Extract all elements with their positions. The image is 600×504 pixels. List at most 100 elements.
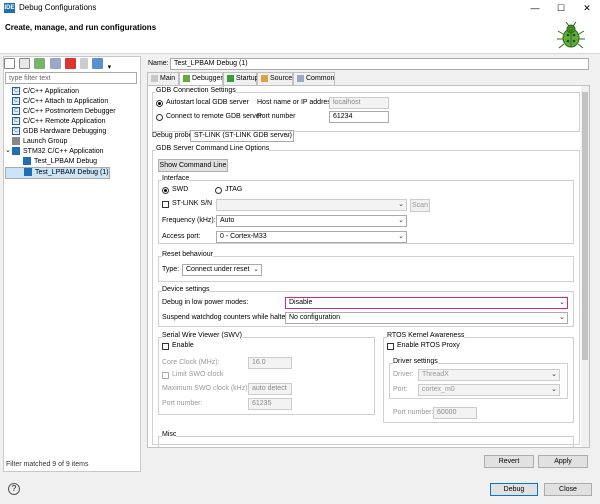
tab-debugger[interactable]: Debugger [179, 72, 223, 86]
help-icon[interactable]: ? [8, 483, 20, 495]
title-bar: IDE Debug Configurations — ☐ ✕ [0, 0, 600, 16]
filter-icon[interactable] [92, 58, 104, 69]
delete-icon[interactable] [64, 58, 76, 69]
tree-item[interactable]: ⌄ STM32 C/C++ Application [5, 147, 139, 157]
c-app-icon: C [12, 127, 20, 136]
chevron-down-icon: ⌄ [559, 314, 565, 321]
driver-select[interactable]: ThreadX ⌄ [418, 369, 560, 381]
tree-item[interactable]: C C/C++ Application [5, 87, 139, 97]
tree-item-label: C/C++ Application [23, 88, 80, 95]
swd-label: SWD [172, 186, 189, 193]
stlink-sn-select[interactable]: ⌄ [216, 199, 407, 211]
view-menu-chevron-icon[interactable]: ▾ [108, 64, 112, 71]
tree-item-label: Test_LPBAM Debug [34, 158, 98, 165]
rtos-port-select[interactable]: cortex_m0 ⌄ [418, 384, 560, 396]
rtos-portnum-input[interactable]: 60000 [433, 407, 477, 419]
stlink-sn-checkbox[interactable] [162, 201, 169, 208]
frequency-select[interactable]: Auto ⌄ [216, 215, 407, 227]
port-label: Port number [257, 113, 296, 120]
c-app-icon: C [12, 107, 20, 116]
swv-enable-checkbox[interactable] [162, 343, 169, 350]
duplicate-icon[interactable] [49, 58, 61, 69]
new-prototype-icon[interactable] [19, 58, 31, 69]
chevron-down-icon: ⌄ [285, 132, 291, 139]
port-input[interactable]: 61234 [329, 111, 389, 123]
dialog-heading: Create, manage, and run configurations [5, 23, 157, 32]
tree-item[interactable]: Launch Group [5, 137, 139, 147]
driver-label: Driver: [393, 371, 414, 378]
tab-common[interactable]: Common [293, 72, 335, 85]
tree-item[interactable]: Test_LPBAM Debug [5, 157, 139, 167]
watchdog-select[interactable]: No configuration ⌄ [285, 312, 568, 324]
watchdog-label: Suspend watchdog counters while halted: [162, 314, 292, 321]
tree-item[interactable]: C C/C++ Attach to Application [5, 97, 139, 107]
tree-item-label: C/C++ Postmortem Debugger [23, 108, 116, 115]
stlink-sn-label: ST-LINK S/N [172, 200, 213, 207]
tab-source[interactable]: Source [257, 72, 293, 85]
common-tab-icon [297, 74, 304, 82]
chevron-down-icon: ⌄ [551, 386, 557, 393]
low-power-select[interactable]: Disable ⌄ [285, 297, 568, 309]
debugger-tab-icon [183, 74, 190, 82]
jtag-radio[interactable] [215, 187, 222, 194]
core-clock-label: Core Clock (MHz): [162, 359, 220, 366]
tree-item[interactable]: Test_LPBAM Debug (1) [5, 167, 110, 179]
limit-swo-label: Limit SWO clock [172, 371, 224, 378]
access-port-label: Access port: [162, 233, 201, 240]
c-app-icon: C [12, 117, 20, 126]
rtos-port-label: Port: [393, 386, 408, 393]
limit-swo-checkbox[interactable] [162, 372, 169, 379]
dialog-header: Create, manage, and run configurations [0, 16, 600, 54]
apply-button[interactable]: Apply [538, 455, 588, 468]
rtos-enable-checkbox[interactable] [387, 343, 394, 350]
chevron-down-icon: ⌄ [398, 217, 404, 224]
new-config-icon[interactable] [4, 58, 15, 69]
launch-group-icon [12, 137, 20, 146]
tab-main[interactable]: Main [147, 72, 179, 85]
close-button[interactable]: Close [544, 483, 592, 496]
rtos-portnum-label: Port number: [393, 409, 434, 416]
minimize-button[interactable]: — [522, 0, 548, 16]
main-tab-icon [151, 74, 158, 82]
max-swo-label: Maximum SWO clock (kHz): [162, 385, 250, 392]
maximize-button[interactable]: ☐ [548, 0, 574, 16]
debug-probe-select[interactable]: ST-LINK (ST-LINK GDB server) ⌄ [190, 130, 294, 142]
max-swo-input[interactable]: auto detect [248, 383, 292, 395]
reset-title: Reset behaviour [162, 251, 213, 258]
scan-button[interactable]: Scan [410, 199, 430, 212]
left-toolbar: ▾ [4, 58, 112, 71]
collapse-all-icon[interactable] [80, 58, 89, 69]
interface-title: Interface [162, 175, 190, 182]
core-clock-input[interactable]: 16.0 [248, 357, 292, 369]
frequency-label: Frequency (kHz): [162, 217, 216, 224]
config-tree: C C/C++ Application C C/C++ Attach to Appli… [5, 87, 139, 179]
config-name-input[interactable]: Test_LPBAM Debug (1) [170, 58, 589, 70]
c-app-icon: C [12, 87, 20, 96]
chevron-down-icon[interactable]: ⌄ [5, 146, 11, 156]
debug-button[interactable]: Debug [490, 483, 538, 496]
swd-radio[interactable] [162, 187, 169, 194]
close-window-button[interactable]: ✕ [574, 0, 600, 16]
tree-item[interactable]: C GDB Hardware Debugging [5, 127, 139, 137]
tree-item[interactable]: C C/C++ Postmortem Debugger [5, 107, 139, 117]
debug-probe-label: Debug probe [152, 132, 193, 139]
reset-type-select[interactable]: Connect under reset ⌄ [182, 264, 262, 276]
swv-enable-label: Enable [172, 342, 194, 349]
revert-button[interactable]: Revert [484, 455, 534, 468]
host-input[interactable]: localhost [329, 97, 389, 109]
access-port-select[interactable]: 0 - Cortex-M33 ⌄ [216, 231, 407, 243]
tab-startup[interactable]: Startup [223, 72, 259, 85]
connect-remote-radio[interactable] [156, 114, 163, 121]
startup-tab-icon [227, 74, 234, 82]
filter-status: Filter matched 9 of 9 items [6, 461, 89, 468]
tree-item-label: Launch Group [23, 138, 68, 145]
name-label: Name: [148, 60, 169, 67]
scrollbar-thumb[interactable] [582, 92, 588, 360]
tree-item[interactable]: C C/C++ Remote Application [5, 117, 139, 127]
export-icon[interactable] [34, 58, 46, 69]
filter-input[interactable]: type filter text [5, 72, 137, 84]
swv-port-input[interactable]: 61235 [248, 398, 292, 410]
driver-settings-title: Driver settings [393, 358, 438, 365]
autostart-radio[interactable] [156, 100, 163, 107]
show-command-line-button[interactable]: Show Command Line [158, 159, 228, 172]
